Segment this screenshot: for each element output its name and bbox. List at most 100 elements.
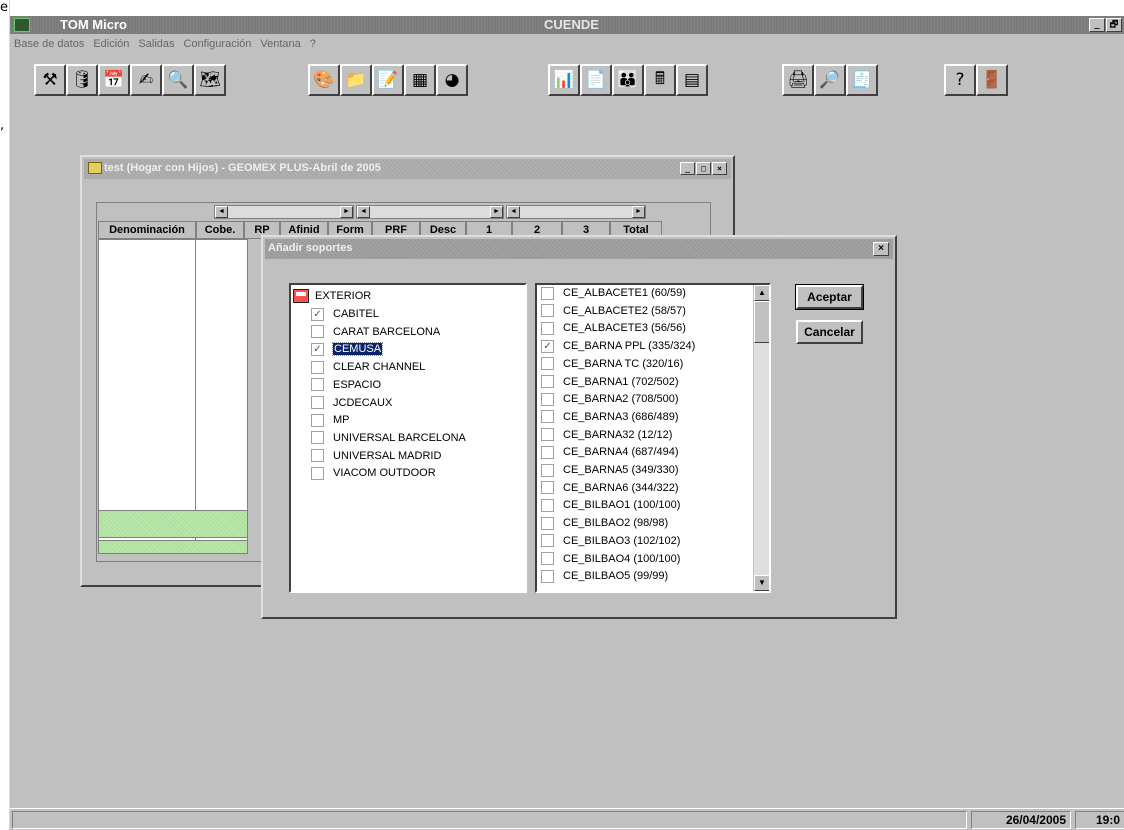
vendor-checkbox[interactable] xyxy=(311,378,324,392)
grid-body[interactable] xyxy=(98,239,248,554)
plan-close-button[interactable]: × xyxy=(712,162,727,175)
grid-hscroll-1[interactable]: ◄ ► xyxy=(214,205,354,219)
pie-chart-button[interactable]: ◕ xyxy=(436,64,468,96)
scroll-right-icon[interactable]: ► xyxy=(632,206,645,218)
supports-list-panel[interactable]: CE_ALBACETE1 (60/59) CE_ALBACETE2 (58/57)… xyxy=(535,283,771,593)
scroll-left-icon[interactable]: ◄ xyxy=(357,206,370,218)
vendor-checkbox[interactable] xyxy=(311,449,324,463)
support-checkbox[interactable] xyxy=(541,534,554,548)
support-checkbox[interactable] xyxy=(541,498,554,512)
support-checkbox[interactable] xyxy=(541,392,554,406)
plan-maximize-button[interactable]: □ xyxy=(696,162,711,175)
notes-button[interactable]: 📄 xyxy=(580,64,612,96)
support-checkbox[interactable]: ✓ xyxy=(541,339,554,353)
accept-button[interactable]: Aceptar xyxy=(795,284,864,310)
scroll-left-icon[interactable]: ◄ xyxy=(215,206,228,218)
calculator-button[interactable]: 🖩 xyxy=(644,64,676,96)
scroll-thumb[interactable] xyxy=(754,301,769,343)
support-item[interactable]: CE_BARNA4 (687/494) xyxy=(541,443,679,461)
report-button[interactable]: 🧾 xyxy=(846,64,878,96)
support-item[interactable]: CE_BILBAO4 (100/100) xyxy=(541,550,680,568)
vendor-item[interactable]: MP xyxy=(311,411,350,429)
vendor-item[interactable]: ✓ CABITEL xyxy=(311,305,379,323)
support-checkbox[interactable] xyxy=(541,552,554,565)
vendor-tree-panel[interactable]: EXTERIOR ✓ CABITEL CARAT BARCELONA ✓ CEMUSA C… xyxy=(289,283,527,593)
vendor-checkbox[interactable] xyxy=(311,413,324,427)
scroll-down-icon[interactable]: ▼ xyxy=(754,575,769,591)
support-item[interactable]: CE_BILBAO2 (98/98) xyxy=(541,514,668,532)
map-button[interactable]: 🗺 xyxy=(194,64,226,96)
support-item[interactable]: CE_BARNA3 (686/489) xyxy=(541,408,679,426)
menu-ventana[interactable]: Ventana xyxy=(260,38,300,50)
folder-button[interactable]: 📁 xyxy=(340,64,372,96)
support-item[interactable]: CE_ALBACETE1 (60/59) xyxy=(541,285,686,302)
tree-root[interactable]: EXTERIOR xyxy=(293,289,371,303)
menu-configuracion[interactable]: Configuración xyxy=(184,38,252,50)
support-checkbox[interactable] xyxy=(541,428,554,442)
support-checkbox[interactable] xyxy=(541,375,554,388)
vendor-item[interactable]: ✓ CEMUSA xyxy=(311,340,384,358)
col-cobe[interactable]: Cobe. xyxy=(196,221,244,239)
scroll-right-icon[interactable]: ► xyxy=(340,206,353,218)
help-button[interactable]: ? xyxy=(944,64,976,96)
support-checkbox[interactable] xyxy=(541,410,554,424)
cancel-button[interactable]: Cancelar xyxy=(796,320,863,344)
support-item[interactable]: CE_BARNA TC (320/16) xyxy=(541,355,683,373)
print-preview-button[interactable]: 🔎 xyxy=(814,64,846,96)
faucet-button[interactable]: ⚒ xyxy=(34,64,66,96)
support-checkbox[interactable] xyxy=(541,569,554,583)
support-checkbox[interactable] xyxy=(541,286,554,300)
vendor-item[interactable]: VIACOM OUTDOOR xyxy=(311,464,436,482)
support-checkbox[interactable] xyxy=(541,304,554,318)
menu-edicion[interactable]: Edición xyxy=(93,38,129,50)
vendor-checkbox[interactable] xyxy=(311,466,324,480)
print-button[interactable]: 🖨 xyxy=(782,64,814,96)
vendor-checkbox[interactable]: ✓ xyxy=(311,342,324,356)
vendor-checkbox[interactable] xyxy=(311,396,324,409)
vendor-checkbox[interactable] xyxy=(311,325,324,339)
calendar-button[interactable]: 📅 xyxy=(98,64,130,96)
col-denominacion[interactable]: Denominación xyxy=(98,221,196,239)
support-item[interactable]: CE_BARNA6 (344/322) xyxy=(541,479,679,497)
edit-pen-button[interactable]: ✍ xyxy=(130,64,162,96)
support-item[interactable]: CE_ALBACETE3 (56/56) xyxy=(541,319,686,337)
color-wheel-button[interactable]: 🎨 xyxy=(308,64,340,96)
vendor-checkbox[interactable] xyxy=(311,431,324,445)
vendor-item[interactable]: UNIVERSAL BARCELONA xyxy=(311,429,466,447)
app-minimize-button[interactable]: _ xyxy=(1089,18,1105,32)
support-checkbox[interactable] xyxy=(541,357,554,371)
menu-salidas[interactable]: Salidas xyxy=(138,38,174,50)
people-button[interactable]: 👪 xyxy=(612,64,644,96)
plan-window-titlebar[interactable]: test (Hogar con Hijos) - GEOMEX PLUS-Abr… xyxy=(84,159,731,179)
support-item[interactable]: CE_BILBAO3 (102/102) xyxy=(541,532,680,550)
vendor-item[interactable]: UNIVERSAL MADRID xyxy=(311,447,441,465)
dialog-close-button[interactable]: × xyxy=(873,242,889,256)
database-button[interactable]: 🛢 xyxy=(66,64,98,96)
exit-button[interactable]: 🚪 xyxy=(976,64,1008,96)
scroll-left-icon[interactable]: ◄ xyxy=(507,206,520,218)
grid-hscroll-2[interactable]: ◄ ► xyxy=(356,205,504,219)
vendor-item[interactable]: JCDECAUX xyxy=(311,394,392,412)
grid-hscroll-3[interactable]: ◄ ► xyxy=(506,205,646,219)
plan-minimize-button[interactable]: _ xyxy=(680,162,695,175)
spreadsheet-button[interactable]: ▤ xyxy=(676,64,708,96)
support-item[interactable]: ✓ CE_BARNA PPL (335/324) xyxy=(541,337,695,355)
vendor-item[interactable]: ESPACIO xyxy=(311,376,381,394)
support-checkbox[interactable] xyxy=(541,463,554,477)
scroll-up-icon[interactable]: ▲ xyxy=(754,285,769,301)
support-item[interactable]: CE_BARNA1 (702/502) xyxy=(541,373,679,391)
supports-vscroll[interactable]: ▲ ▼ xyxy=(753,285,769,591)
bar-chart-button[interactable]: 📊 xyxy=(548,64,580,96)
support-item[interactable]: CE_BILBAO1 (100/100) xyxy=(541,496,680,514)
support-checkbox[interactable] xyxy=(541,481,554,495)
support-item[interactable]: CE_BILBAO5 (99/99) xyxy=(541,567,668,585)
vendor-checkbox[interactable]: ✓ xyxy=(311,307,324,321)
vendor-checkbox[interactable] xyxy=(311,360,324,374)
search-pages-button[interactable]: 🔍 xyxy=(162,64,194,96)
support-item[interactable]: CE_BARNA32 (12/12) xyxy=(541,426,672,444)
support-checkbox[interactable] xyxy=(541,516,554,530)
scroll-right-icon[interactable]: ► xyxy=(490,206,503,218)
edit-document-button[interactable]: 📝 xyxy=(372,64,404,96)
grid-chart-button[interactable]: ▦ xyxy=(404,64,436,96)
app-restore-button[interactable]: 🗗 xyxy=(1106,18,1122,32)
